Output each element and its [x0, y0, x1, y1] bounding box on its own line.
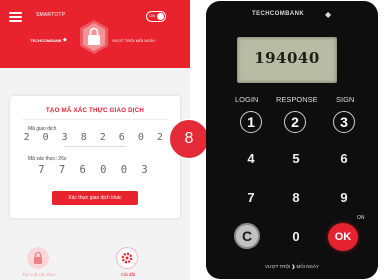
- on-label: ON: [357, 215, 365, 221]
- lock-shield-icon: [80, 20, 108, 54]
- token-key-3[interactable]: 3: [333, 111, 355, 133]
- token-key-clear[interactable]: C: [234, 223, 260, 249]
- app-header: SMARTOTP ON TECHCOMBANK ◆ VƯỢT TRỘI MỖI …: [0, 0, 190, 68]
- smart-otp-phone-screen: SMARTOTP ON TECHCOMBANK ◆ VƯỢT TRỘI MỖI …: [0, 0, 190, 280]
- otp-generation-card: TẠO MÃ XÁC THỰC GIAO DỊCH Mã giao dịch 2…: [10, 96, 180, 218]
- toggle-knob: [157, 13, 164, 20]
- token-slogan-left: VƯỢT TRỘI: [264, 264, 291, 269]
- token-key-7[interactable]: 7: [240, 190, 262, 205]
- token-key-ok[interactable]: OK: [328, 223, 358, 251]
- token-key-8[interactable]: 8: [285, 190, 307, 205]
- card-divider: [22, 119, 168, 120]
- token-key-2[interactable]: 2: [284, 111, 306, 133]
- otp-toggle-switch[interactable]: ON: [146, 11, 166, 22]
- token-key-4[interactable]: 4: [240, 151, 262, 166]
- token-key-5[interactable]: 5: [285, 151, 307, 166]
- app-title: SMARTOTP: [36, 12, 66, 18]
- token-key-1[interactable]: 1: [240, 111, 262, 133]
- lock-icon: [27, 247, 49, 269]
- tab-settings-label: Cài đặt: [120, 272, 136, 277]
- login-function-label: LOGIN: [235, 95, 259, 104]
- bottom-navigation: Tạo mã xác thực Cài đặt: [0, 232, 190, 280]
- token-display-screen: 194040: [237, 37, 337, 83]
- token-slogan-right: MỖI NGÀY: [296, 264, 320, 269]
- token-display-value: 194040: [254, 49, 320, 67]
- token-brand-text: TECHCOMBANK: [252, 11, 305, 17]
- transaction-code-value: 2 0 3 8 2 6 0 2: [23, 132, 167, 143]
- step-number-badge: 8: [169, 119, 209, 159]
- tab-generate-otp-label: Tạo mã xác thực: [22, 272, 56, 277]
- brand-slogan: VƯỢT TRỘI MỖI NGÀY: [112, 38, 156, 43]
- gear-icon: [116, 247, 138, 269]
- token-slogan: VƯỢT TRỘI ❯ MỖI NGÀY: [206, 264, 378, 270]
- otp-label: Mã xác thực: 26s: [28, 156, 67, 162]
- techcombank-brand-text: TECHCOMBANK: [30, 38, 62, 43]
- otp-code-value: 7 7 6 0 0 3: [38, 164, 152, 176]
- token-key-9[interactable]: 9: [333, 190, 355, 205]
- verify-other-transaction-button[interactable]: Xác thực giao dịch khác: [52, 191, 138, 205]
- sign-function-label: SIGN: [336, 95, 355, 104]
- toggle-label: ON: [149, 13, 155, 18]
- card-title: TẠO MÃ XÁC THỰC GIAO DỊCH: [45, 107, 145, 114]
- token-key-6[interactable]: 6: [333, 151, 355, 166]
- hardware-otp-token: TECHCOMBANK ◆ 194040 LOGIN RESPONSE SIGN…: [206, 1, 378, 279]
- token-key-0[interactable]: 0: [285, 229, 307, 244]
- transaction-code-underline: [64, 146, 126, 147]
- chevron-right-icon: ❯: [291, 264, 296, 269]
- token-brand-diamond-icon: ◆: [325, 10, 332, 19]
- response-function-label: RESPONSE: [276, 95, 318, 104]
- hamburger-menu-icon[interactable]: [9, 12, 22, 22]
- brand-diamond-icon: ◆: [63, 37, 67, 43]
